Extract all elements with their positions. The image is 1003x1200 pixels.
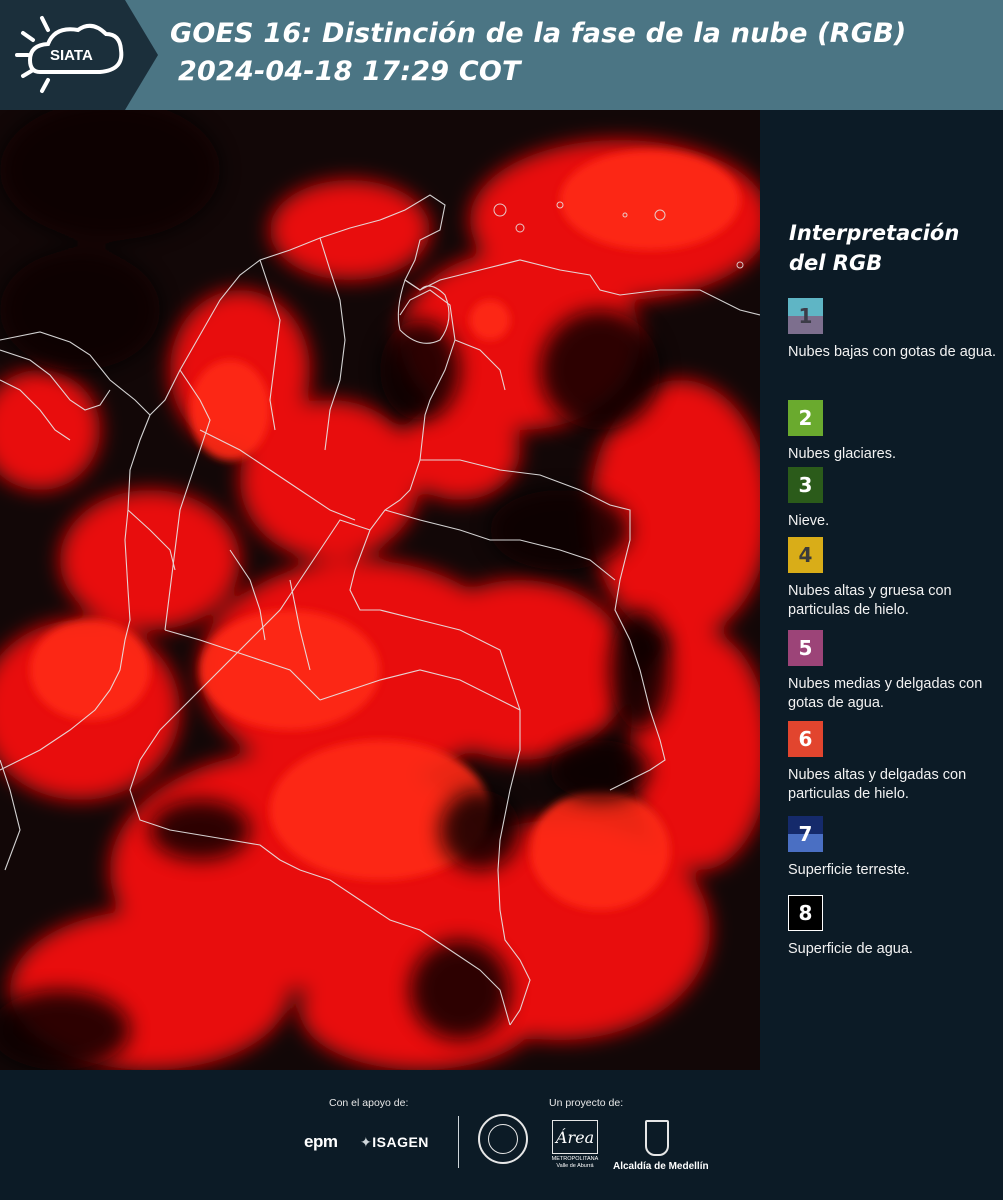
footer-divider bbox=[458, 1116, 459, 1168]
legend-number: 7 bbox=[798, 822, 813, 846]
legend-item-7: 7 Superficie terreste. bbox=[788, 816, 998, 880]
epm-logo: epm bbox=[304, 1132, 338, 1151]
project-label: Un proyecto de: bbox=[549, 1097, 624, 1109]
logo-text: SIATA bbox=[50, 47, 93, 64]
legend-swatch-8: 8 bbox=[788, 895, 823, 931]
legend-label: Superficie de agua. bbox=[788, 941, 913, 957]
legend-label: Nieve. bbox=[788, 513, 830, 529]
legend-number: 3 bbox=[798, 473, 813, 497]
legend-item-3: 3 Nieve. bbox=[788, 467, 998, 531]
legend-swatch-1: 1 bbox=[788, 298, 823, 334]
page-datetime: 2024-04-18 17:29 COT bbox=[178, 56, 521, 87]
support-label: Con el apoyo de: bbox=[329, 1097, 409, 1109]
legend-label: Nubes medias y delgadas con gotas de agu… bbox=[788, 676, 983, 711]
legend-item-1: 1 Nubes bajas con gotas de agua. bbox=[788, 298, 998, 362]
footer: Con el apoyo de: Un proyecto de: epm ✦IS… bbox=[0, 1070, 1003, 1200]
legend-number: 1 bbox=[798, 304, 813, 328]
legend-number: 4 bbox=[798, 543, 813, 567]
legend-item-4: 4 Nubes altas y gruesa con particulas de … bbox=[788, 537, 998, 620]
legend-item-8: 8 Superficie de agua. bbox=[788, 895, 998, 959]
legend-number: 2 bbox=[798, 406, 813, 430]
legend-number: 6 bbox=[798, 727, 813, 751]
legend-label: Nubes altas y gruesa con particulas de h… bbox=[788, 583, 952, 618]
legend-swatch-7: 7 bbox=[788, 816, 823, 852]
legend-panel: Interpretación del RGB 1 Nubes bajas con … bbox=[760, 110, 1003, 1070]
legend-swatch-5: 5 bbox=[788, 630, 823, 666]
legend-item-5: 5 Nubes medias y delgadas con gotas de ag… bbox=[788, 630, 998, 713]
area-metropolitana-text: METROPOLITANA Valle de Aburrá bbox=[551, 1156, 599, 1169]
legend-label: Nubes altas y delgadas con particulas de… bbox=[788, 767, 967, 802]
siata-logo: SIATA bbox=[0, 0, 158, 110]
header-bar: SIATA GOES 16: Distinción de la fase de … bbox=[0, 0, 1003, 110]
legend-label: Nubes glaciares. bbox=[788, 446, 896, 462]
legend-label: Superficie terreste. bbox=[788, 862, 910, 878]
legend-number: 5 bbox=[798, 636, 813, 660]
legend-swatch-3: 3 bbox=[788, 467, 823, 503]
isagen-logo: ✦ISAGEN bbox=[360, 1134, 429, 1150]
page-title: GOES 16: Distinción de la fase de la nub… bbox=[170, 18, 907, 49]
legend-swatch-4: 4 bbox=[788, 537, 823, 573]
legend-item-6: 6 Nubes altas y delgadas con particulas d… bbox=[788, 721, 998, 804]
legend-swatch-6: 6 bbox=[788, 721, 823, 757]
legend-swatch-2: 2 bbox=[788, 400, 823, 436]
legend-label: Nubes bajas con gotas de agua. bbox=[788, 344, 996, 360]
medellin-seal-icon bbox=[478, 1114, 528, 1164]
area-metropolitana-logo: Área bbox=[552, 1120, 598, 1154]
satellite-map bbox=[0, 110, 760, 1070]
legend-number: 8 bbox=[798, 901, 813, 925]
alcaldia-logo-text: Alcaldía de Medellín bbox=[613, 1161, 709, 1172]
legend-item-2: 2 Nubes glaciares. bbox=[788, 400, 998, 464]
legend-title: Interpretación del RGB bbox=[789, 221, 960, 275]
alcaldia-shield-icon bbox=[645, 1120, 669, 1156]
